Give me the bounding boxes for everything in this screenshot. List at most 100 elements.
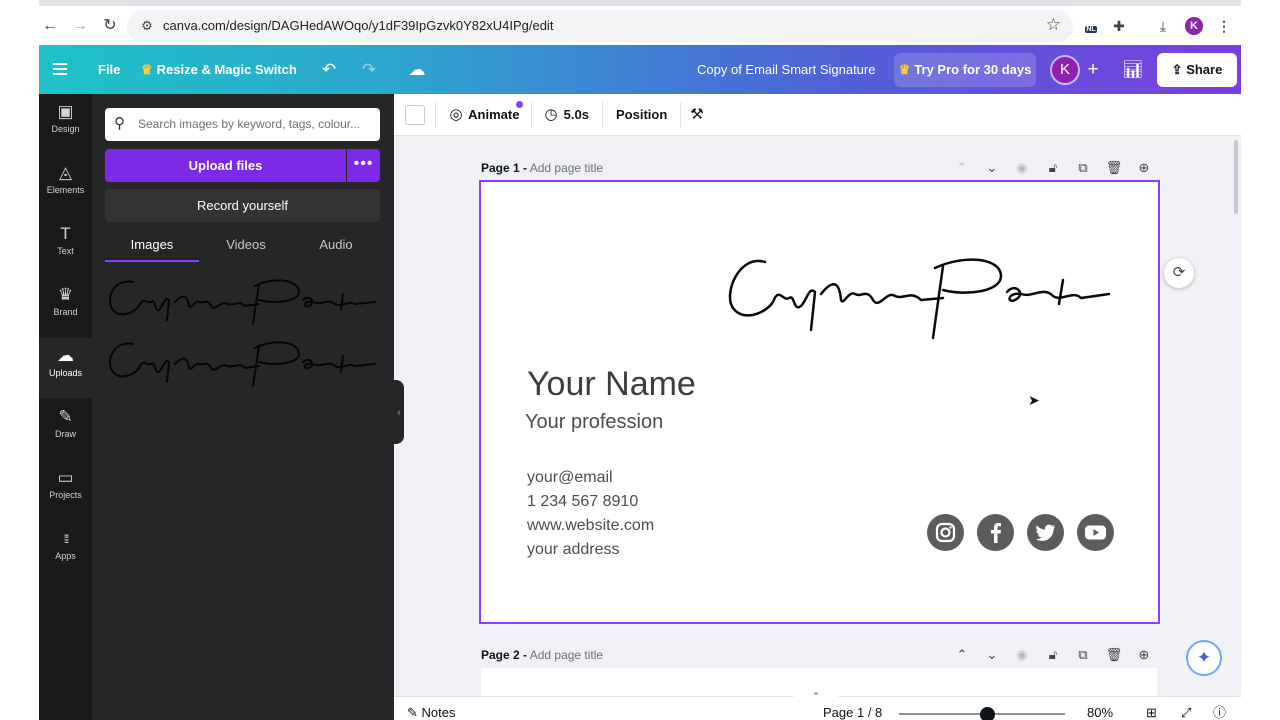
magic-assistant-icon[interactable]: ✦ — [1186, 640, 1222, 676]
canvas-scrollbar[interactable] — [1234, 140, 1238, 214]
lock-icon[interactable]: 🔓︎ — [1044, 645, 1062, 665]
user-avatar[interactable]: K — [1050, 55, 1080, 85]
move-up-icon[interactable]: ⌃ — [953, 158, 971, 178]
uploads-icon: ☁ — [57, 346, 74, 365]
delete-page-icon[interactable]: 🗑︎ — [1105, 158, 1123, 178]
page-2-header: Page 2 - Add page title ⌃ ⌄ ◉ 🔓︎ ⧉ 🗑︎ ⊕ — [481, 645, 1161, 665]
contact-phone[interactable]: 1 234 567 8910 — [527, 493, 638, 511]
file-menu[interactable]: File — [98, 45, 120, 94]
add-page-icon[interactable]: ⊕ — [1135, 158, 1153, 178]
uploads-panel: ⚲ Search images by keyword, tags, colour… — [92, 94, 394, 720]
lock-icon[interactable]: 🔓︎ — [1044, 158, 1062, 178]
forward-icon[interactable]: → — [69, 15, 91, 37]
animate-button[interactable]: ◎ Animate — [447, 94, 519, 136]
text-icon: T — [60, 224, 71, 243]
delete-page-icon[interactable]: 🗑︎ — [1105, 645, 1123, 665]
search-placeholder: Search images by keyword, tags, colour..… — [138, 117, 361, 131]
rail-projects[interactable]: ▭ Projects — [39, 460, 92, 520]
rail-uploads[interactable]: ☁ Uploads — [39, 338, 92, 398]
context-toolbar: ◎ Animate ◷ 5.0s Position ⚒ — [394, 94, 1241, 136]
page-1-title-input[interactable]: Add page title — [530, 161, 603, 175]
try-pro-button[interactable]: ♛ Try Pro for 30 days — [894, 53, 1036, 87]
zoom-percentage[interactable]: 80% — [1087, 697, 1113, 720]
download-icon[interactable]: ⤓ — [1152, 15, 1174, 37]
rail-text[interactable]: T Text — [39, 216, 92, 276]
copy-style-paint-roller-icon[interactable]: ⚒ — [688, 94, 706, 136]
notes-button[interactable]: ✎ Notes — [407, 697, 455, 720]
back-icon[interactable]: ← — [39, 15, 61, 37]
duplicate-page-icon[interactable]: ⧉ — [1074, 158, 1092, 178]
upload-files-button[interactable]: Upload files — [105, 149, 346, 182]
reload-icon[interactable]: ↻ — [99, 15, 121, 37]
rail-apps[interactable]: ⁞⁞⁞ Apps — [39, 521, 92, 581]
rail-design[interactable]: ▣ Design — [39, 94, 92, 154]
crown-icon: ♛ — [141, 62, 153, 77]
hide-page-icon[interactable]: ◉ — [1013, 158, 1031, 178]
contact-address[interactable]: your address — [527, 541, 620, 559]
signature-image[interactable] — [721, 246, 1111, 342]
hamburger-menu-icon[interactable] — [53, 63, 67, 75]
duplicate-page-icon[interactable]: ⧉ — [1074, 645, 1092, 665]
page-counter[interactable]: Page 1 / 8 — [823, 697, 882, 720]
cloud-save-icon[interactable]: ☁ — [405, 58, 429, 82]
address-bar[interactable]: ⚙ canva.com/design/DAGHedAWOqo/y1dF39IpG… — [127, 10, 1073, 42]
add-collaborator-icon[interactable]: + — [1081, 58, 1105, 82]
share-button[interactable]: ⇪ Share — [1157, 53, 1237, 87]
rail-elements[interactable]: ◬ Elements — [39, 155, 92, 215]
rail-brand[interactable]: ♛ Brand — [39, 277, 92, 337]
insights-chart-icon[interactable]: 📊︎ — [1121, 58, 1145, 82]
zoom-slider-handle[interactable] — [979, 707, 995, 720]
move-down-icon[interactable]: ⌄ — [983, 645, 1001, 665]
record-yourself-button[interactable]: Record yourself — [105, 189, 380, 222]
move-up-icon[interactable]: ⌃ — [953, 645, 971, 665]
add-page-icon[interactable]: ⊕ — [1135, 645, 1153, 665]
profession-text[interactable]: Your profession — [525, 411, 663, 434]
animate-icon: ◎ — [449, 106, 463, 123]
uploaded-signature-image[interactable] — [103, 270, 381, 328]
upload-more-button[interactable]: ••• — [347, 149, 380, 182]
extensions-puzzle-icon[interactable]: ✚ — [1108, 15, 1130, 37]
design-icon: ▣ — [57, 102, 74, 121]
undo-icon[interactable]: ↶ — [317, 58, 341, 82]
resize-magic-switch-button[interactable]: ♛ Resize & Magic Switch — [141, 45, 297, 94]
facebook-icon[interactable] — [977, 514, 1014, 551]
rail-draw[interactable]: ✎ Draw — [39, 399, 92, 459]
document-title[interactable]: Copy of Email Smart Signature — [697, 45, 875, 94]
twitter-icon[interactable] — [1027, 514, 1064, 551]
page-2-title-input[interactable]: Add page title — [530, 648, 603, 662]
extension-nl-icon[interactable]: NL — [1080, 15, 1102, 37]
position-button[interactable]: Position — [616, 94, 667, 136]
site-settings-icon[interactable]: ⚙ — [137, 16, 157, 36]
tab-videos[interactable]: Videos — [199, 236, 293, 260]
fullscreen-icon[interactable]: ⤢ — [1181, 697, 1191, 720]
move-down-icon[interactable]: ⌄ — [983, 158, 1001, 178]
uploaded-signature-image[interactable] — [103, 332, 381, 390]
contact-email[interactable]: your@email — [527, 469, 613, 487]
animate-notification-dot — [516, 101, 523, 108]
browser-profile-avatar[interactable]: K — [1185, 17, 1203, 35]
rail-label: Draw — [54, 429, 76, 439]
refresh-suggestions-icon[interactable]: ⟳ — [1164, 258, 1194, 288]
browser-menu-icon[interactable]: ⋮ — [1213, 15, 1235, 37]
redo-icon[interactable]: ↷ — [357, 58, 381, 82]
hide-page-icon[interactable]: ◉ — [1013, 645, 1031, 665]
try-pro-label: Try Pro for 30 days — [914, 62, 1032, 77]
search-input[interactable]: ⚲ Search images by keyword, tags, colour… — [105, 108, 380, 141]
tab-audio[interactable]: Audio — [293, 236, 379, 260]
background-color-swatch[interactable] — [405, 105, 425, 125]
divider — [680, 102, 681, 128]
bookmark-star-icon[interactable]: ☆ — [1046, 15, 1061, 35]
clock-icon: ◷ — [544, 106, 558, 123]
grid-view-icon[interactable]: ⊞ — [1146, 697, 1157, 720]
instagram-icon[interactable] — [927, 514, 964, 551]
contact-website[interactable]: www.website.com — [527, 517, 654, 535]
rail-label: Brand — [53, 307, 78, 317]
tab-images[interactable]: Images — [105, 236, 199, 260]
youtube-icon[interactable] — [1077, 514, 1114, 551]
collapse-panel-handle[interactable]: ‹ — [394, 380, 404, 444]
page-1-canvas[interactable]: Your Name Your profession your@email 1 2… — [479, 180, 1160, 624]
help-icon[interactable]: ⓘ — [1213, 697, 1226, 720]
duration-button[interactable]: ◷ 5.0s — [542, 94, 588, 136]
name-heading[interactable]: Your Name — [527, 365, 696, 404]
footer-bar: ⌃ ✎ Notes Page 1 / 8 80% ⊞ ⤢ ⓘ — [394, 690, 1241, 720]
